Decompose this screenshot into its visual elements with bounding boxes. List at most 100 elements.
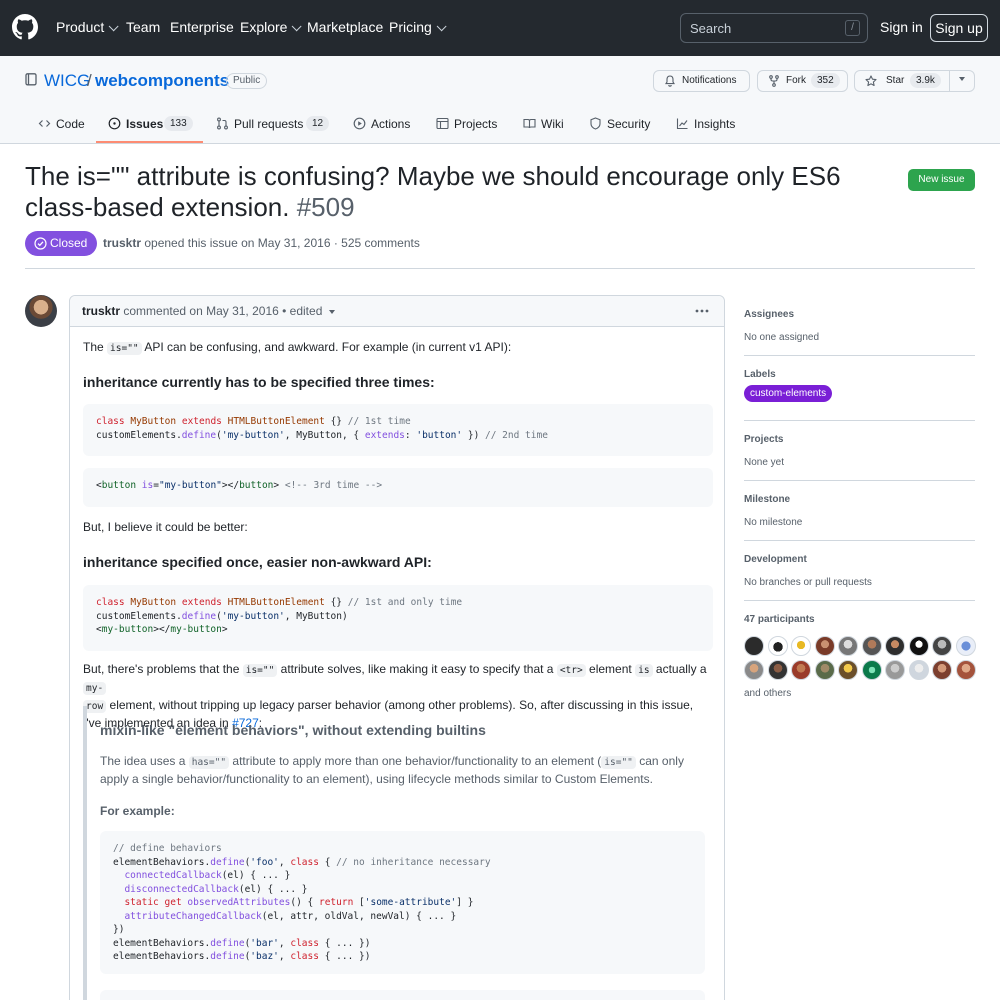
new-issue-button[interactable]: New issue xyxy=(908,169,975,191)
avatar[interactable] xyxy=(838,636,858,656)
nav-product[interactable]: Product xyxy=(56,19,119,35)
avatar[interactable] xyxy=(744,660,764,680)
divider xyxy=(25,268,975,269)
avatar[interactable] xyxy=(791,636,811,656)
paragraph: The is="" API can be confusing, and awkw… xyxy=(83,339,511,357)
avatar[interactable] xyxy=(955,660,976,680)
avatar[interactable] xyxy=(955,636,976,656)
avatar[interactable] xyxy=(908,636,929,656)
issues-count: 133 xyxy=(164,116,193,131)
avatar[interactable] xyxy=(767,660,788,680)
sidebar-heading[interactable]: Milestone xyxy=(744,494,975,505)
nav-pricing[interactable]: Pricing xyxy=(389,19,447,35)
nav-marketplace[interactable]: Marketplace xyxy=(307,19,383,35)
kebab-horizontal-icon[interactable] xyxy=(695,309,709,313)
pull-requests-count: 12 xyxy=(306,116,330,131)
chevron-down-icon xyxy=(108,21,119,32)
text: The xyxy=(83,340,104,354)
tab-label: Security xyxy=(607,117,651,131)
search-shortcut-key: / xyxy=(845,20,860,36)
sidebar-heading[interactable]: Labels xyxy=(744,369,975,380)
avatar[interactable] xyxy=(814,660,835,680)
star-button[interactable]: Star 3.9k xyxy=(854,70,975,92)
avatar[interactable] xyxy=(814,636,835,656)
divider xyxy=(744,600,975,601)
avatar[interactable] xyxy=(885,636,905,656)
sidebar-heading[interactable]: Development xyxy=(744,554,975,565)
avatar[interactable] xyxy=(744,636,764,656)
issue-number: #509 xyxy=(296,192,355,222)
label-pill[interactable]: custom-elements xyxy=(744,385,833,402)
star-dropdown-caret-icon[interactable] xyxy=(959,77,965,81)
button-divider xyxy=(949,71,950,91)
code-block: // define behaviors elementBehaviors.def… xyxy=(100,831,705,974)
avatar[interactable] xyxy=(838,660,858,680)
heading: inheritance specified once, easier non-a… xyxy=(83,554,432,570)
edited-dropdown[interactable]: edited xyxy=(290,304,335,318)
sidebar-value: No milestone xyxy=(744,517,803,528)
issue-meta: trusktr opened this issue on May 31, 201… xyxy=(103,236,420,250)
notifications-button[interactable]: Notifications xyxy=(653,70,750,92)
comment-author-link[interactable]: trusktr xyxy=(82,304,120,318)
selected-tab-indicator xyxy=(96,141,203,143)
text: But, there's problems that the xyxy=(83,662,240,676)
sidebar-development: Development No branches or pull requests xyxy=(744,554,975,588)
star-count: 3.9k xyxy=(910,73,941,88)
repo-owner-link[interactable]: WICG xyxy=(44,71,90,91)
star-icon xyxy=(865,75,877,87)
star-label: Star xyxy=(886,75,905,86)
inline-code: is xyxy=(635,664,653,677)
nav-team[interactable]: Team xyxy=(126,19,160,35)
fork-button[interactable]: Fork 352 xyxy=(757,70,848,92)
notifications-label: Notifications xyxy=(682,75,737,86)
avatar[interactable] xyxy=(932,636,952,656)
code-block: <button is="my-button"></button> <!-- 3r… xyxy=(83,468,713,507)
blockquote: mixin-like "element behaviors", without … xyxy=(83,706,713,1000)
pull-request-icon xyxy=(217,117,228,130)
shield-icon xyxy=(590,117,601,130)
avatar[interactable] xyxy=(908,660,929,680)
repo-name-link[interactable]: webcomponents xyxy=(95,71,229,91)
sidebar-heading[interactable]: Projects xyxy=(744,434,975,445)
issue-title-text: The is="" attribute is confusing? Maybe … xyxy=(25,161,841,222)
sidebar-heading: 47 participants xyxy=(744,614,815,625)
nav-enterprise[interactable]: Enterprise xyxy=(170,19,234,35)
quote-heading: mixin-like "element behaviors", without … xyxy=(100,722,486,738)
inline-code: is="" xyxy=(107,342,142,355)
sign-in-link[interactable]: Sign in xyxy=(880,19,923,35)
table-icon xyxy=(436,117,449,130)
issue-author-link[interactable]: trusktr xyxy=(103,236,141,250)
participants-more: and others xyxy=(744,688,792,699)
sidebar-value: No one assigned xyxy=(744,332,820,343)
avatar[interactable] xyxy=(861,660,882,680)
avatar[interactable] xyxy=(791,660,811,680)
code-block xyxy=(100,990,705,1000)
bell-icon xyxy=(665,75,675,87)
nav-explore[interactable]: Explore xyxy=(240,19,303,35)
edited-label: edited xyxy=(289,304,323,318)
sidebar-heading[interactable]: Assignees xyxy=(744,309,975,320)
quote-subheading: For example: xyxy=(100,804,175,818)
divider xyxy=(744,480,975,481)
repo-header: WICG / webcomponents Public Notification… xyxy=(0,56,1000,144)
sign-up-button[interactable]: Sign up xyxy=(930,14,988,42)
issue-state-badge: Closed xyxy=(25,231,97,256)
avatar[interactable] xyxy=(932,660,952,680)
text: element xyxy=(589,662,632,676)
avatar[interactable] xyxy=(885,660,905,680)
repo-path-separator: / xyxy=(87,71,92,90)
graph-icon xyxy=(676,118,688,130)
github-logo-icon[interactable] xyxy=(12,14,38,40)
sidebar-value: No branches or pull requests xyxy=(744,577,872,588)
divider xyxy=(744,355,975,356)
tab-label: Projects xyxy=(454,117,498,131)
avatar[interactable] xyxy=(767,636,788,656)
fork-label: Fork xyxy=(786,75,806,86)
search-placeholder: Search xyxy=(690,21,732,36)
sidebar-value: None yet xyxy=(744,457,785,468)
search-input[interactable]: Search / xyxy=(680,13,868,43)
issue-meta-text: opened this issue on May 31, 2016 · 525 … xyxy=(144,236,420,250)
avatar[interactable] xyxy=(25,295,57,327)
tab-label: Insights xyxy=(694,117,736,131)
avatar[interactable] xyxy=(861,636,882,656)
